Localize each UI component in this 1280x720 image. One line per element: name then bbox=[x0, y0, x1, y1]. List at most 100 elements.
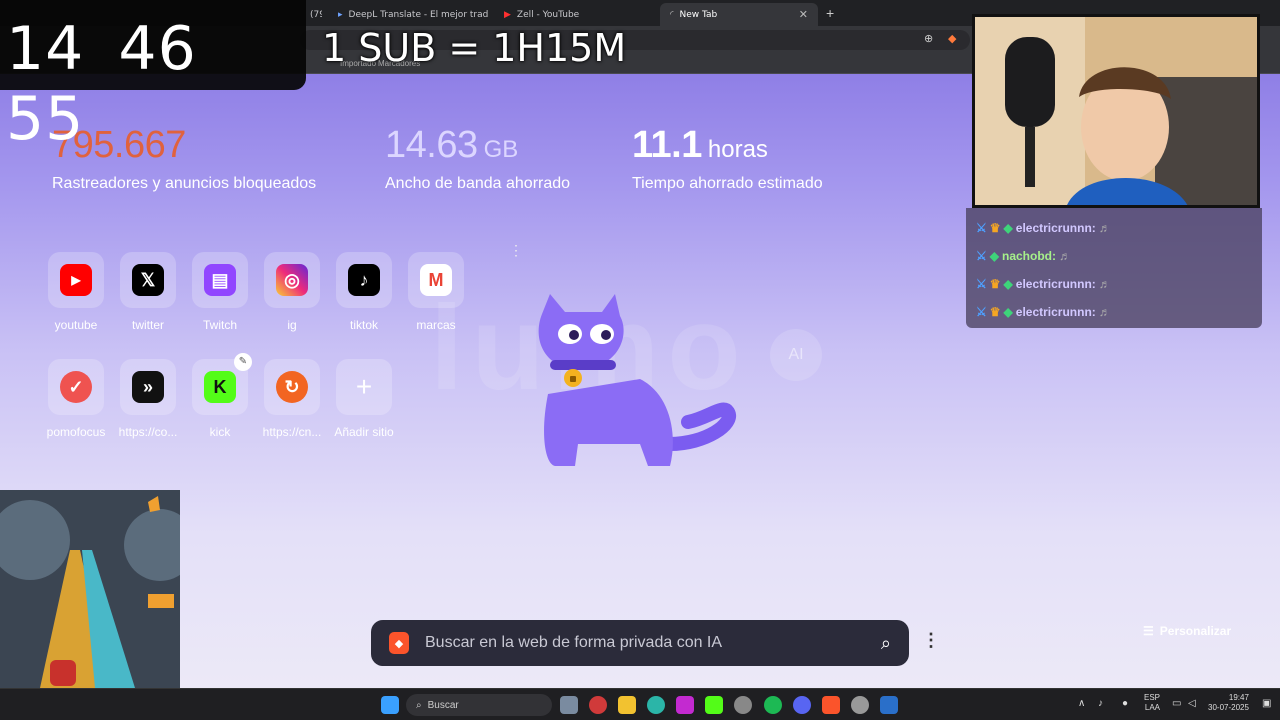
clock-date: 30-07-2025 bbox=[1208, 703, 1249, 712]
gameplay-overlay bbox=[0, 490, 180, 688]
search-icon: ⌕ bbox=[416, 699, 422, 711]
subathon-timer: 14 46 55 bbox=[0, 0, 306, 154]
convert-icon: ↻ bbox=[276, 371, 308, 403]
tile-pomofocus[interactable]: ✓ pomofocus bbox=[40, 359, 112, 459]
network-icon[interactable]: ▭ bbox=[1172, 698, 1181, 709]
tile-link-cn[interactable]: ↻ https://cn... bbox=[256, 359, 328, 459]
gem-badge-icon: ◆ bbox=[1003, 221, 1013, 235]
gem-badge-icon: ◆ bbox=[989, 249, 999, 263]
tab-youtube[interactable]: ▶ Zell - YouTube bbox=[494, 3, 654, 26]
tile-add-site[interactable]: + Añadir sitio bbox=[328, 359, 400, 459]
youtube-icon: ▶ bbox=[60, 264, 92, 296]
tile-instagram[interactable]: ◎ ig bbox=[256, 252, 328, 352]
app-icon[interactable] bbox=[589, 696, 607, 714]
sword-badge-icon: ⚔ bbox=[976, 249, 987, 263]
tab-title: Zell - YouTube bbox=[516, 9, 580, 20]
chat-message: ⚔ ◆ nachobd: ♬ bbox=[976, 242, 1262, 270]
kick-icon: K bbox=[204, 371, 236, 403]
lang-layout: LAA bbox=[1144, 703, 1161, 712]
emote-icon: ♬ bbox=[1059, 249, 1071, 263]
search-placeholder: Buscar en la web de forma privada con IA bbox=[425, 634, 723, 651]
tile-label: twitter bbox=[131, 318, 164, 332]
chat-message: ⚔ ♛ ◆ electricrunnn: ♬ bbox=[976, 214, 1262, 242]
brave-shields-icon[interactable]: ◆ bbox=[948, 32, 956, 45]
tile-label: tiktok bbox=[349, 318, 378, 332]
chat-username: electricrunnn: bbox=[1015, 305, 1096, 319]
edit-pencil-icon[interactable]: ✎ bbox=[234, 353, 252, 371]
gem-badge-icon: ◆ bbox=[1003, 277, 1013, 291]
app-icon[interactable] bbox=[647, 696, 665, 714]
file-explorer-icon[interactable] bbox=[618, 696, 636, 714]
private-ai-search-bar[interactable]: ◆ Buscar en la web de forma privada con … bbox=[371, 620, 909, 666]
crown-badge-icon: ♛ bbox=[989, 221, 1001, 235]
clock[interactable]: 19:47 30-07-2025 bbox=[1208, 693, 1249, 713]
clock-time: 19:47 bbox=[1228, 693, 1249, 702]
taskbar-search-label: Buscar bbox=[427, 699, 459, 711]
volume-icon[interactable]: ♪ bbox=[1098, 698, 1103, 709]
tiles-menu-icon[interactable]: ⋮ bbox=[509, 242, 523, 259]
tile-label: https://co... bbox=[118, 425, 178, 439]
microphone-icon[interactable]: ● bbox=[1122, 698, 1128, 709]
tile-label: youtube bbox=[54, 318, 98, 332]
sub-rate-label: 1 SUB = 1H15M bbox=[322, 26, 627, 70]
close-tab-icon[interactable]: ✕ bbox=[799, 8, 808, 21]
brave-logo-icon: ◆ bbox=[389, 632, 409, 654]
zoom-icon[interactable]: ⊕ bbox=[924, 32, 933, 45]
discord-icon[interactable] bbox=[793, 696, 811, 714]
stat-unit: horas bbox=[707, 136, 768, 163]
stat-trackers: 795.667 Rastreadores y anuncios bloquead… bbox=[52, 124, 316, 193]
taskbar-search[interactable]: ⌕ Buscar bbox=[406, 694, 552, 716]
lumo-cat-illustration bbox=[538, 294, 736, 466]
tile-tiktok[interactable]: ♪ tiktok bbox=[328, 252, 400, 352]
tab-title: New Tab bbox=[679, 9, 718, 20]
stat-value: 11.1 bbox=[632, 124, 702, 166]
webcam-feed bbox=[972, 14, 1260, 208]
subway-surfers-gameplay-image bbox=[0, 490, 180, 688]
loading-icon: ◜ bbox=[670, 9, 674, 20]
deepl-icon: ▸ bbox=[338, 9, 343, 20]
chat-username: electricrunnn: bbox=[1015, 221, 1096, 235]
spotify-icon[interactable] bbox=[764, 696, 782, 714]
new-tab-button[interactable]: + bbox=[826, 5, 834, 21]
tile-label: pomofocus bbox=[46, 425, 106, 439]
stat-label: Tiempo ahorrado estimado bbox=[632, 175, 823, 192]
emote-icon: ♬ bbox=[1098, 277, 1111, 291]
instagram-icon: ◎ bbox=[276, 264, 308, 296]
tile-kick[interactable]: K kick ✎ bbox=[184, 353, 256, 459]
search-options-icon[interactable]: ⋮ bbox=[922, 630, 940, 651]
search-icon[interactable]: ⌕ bbox=[881, 633, 891, 654]
customize-button[interactable]: ☰ Personalizar bbox=[1143, 624, 1231, 638]
twitch-icon: ▤ bbox=[204, 264, 236, 296]
gem-badge-icon: ◆ bbox=[1003, 305, 1013, 319]
app-icon[interactable] bbox=[734, 696, 752, 714]
app-icon[interactable] bbox=[676, 696, 694, 714]
language-indicator[interactable]: ESP LAA bbox=[1144, 693, 1160, 713]
tiktok-icon: ♪ bbox=[348, 264, 380, 296]
webcam-image bbox=[975, 17, 1257, 205]
steam-icon[interactable] bbox=[880, 696, 898, 714]
brave-browser-icon[interactable] bbox=[822, 696, 840, 714]
app-icon[interactable] bbox=[851, 696, 869, 714]
stat-label: Rastreadores y anuncios bloqueados bbox=[52, 175, 317, 192]
notifications-icon[interactable]: ▣ bbox=[1262, 698, 1271, 709]
stat-bandwidth: 14.63 GB Ancho de banda ahorrado bbox=[385, 124, 570, 193]
speaker-icon[interactable]: ◁ bbox=[1188, 698, 1196, 709]
tile-label: https://cn... bbox=[262, 425, 322, 439]
stat-value: 14.63 bbox=[385, 124, 478, 166]
chat-message: ⚔ ♛ ◆ electricrunnn: ♬ bbox=[976, 270, 1262, 298]
task-view-icon[interactable] bbox=[560, 696, 578, 714]
customize-label: Personalizar bbox=[1159, 624, 1232, 638]
tray-chevron-icon[interactable]: ∧ bbox=[1078, 698, 1085, 709]
tab-new-tab[interactable]: ◜ New Tab ✕ bbox=[660, 3, 818, 26]
tile-twitter[interactable]: 𝕏 twitter bbox=[112, 252, 184, 352]
tile-youtube[interactable]: ▶ youtube bbox=[40, 252, 112, 352]
tile-twitch[interactable]: ▤ Twitch bbox=[184, 252, 256, 352]
tile-link-co[interactable]: » https://co... bbox=[112, 359, 184, 459]
stat-unit: GB bbox=[483, 136, 519, 163]
tab-deepl[interactable]: ▸ DeepL Translate - El mejor traductor bbox=[328, 3, 488, 26]
kick-app-icon[interactable] bbox=[705, 696, 723, 714]
chat-username: nachobd: bbox=[1002, 249, 1056, 263]
stream-chat: ⚔ ♛ ◆ electricrunnn: ♬ ⚔ ◆ nachobd: ♬ ⚔ … bbox=[966, 208, 1262, 328]
windows-start-icon[interactable] bbox=[381, 696, 399, 714]
stat-time-saved: 11.1 horas Tiempo ahorrado estimado bbox=[632, 124, 823, 193]
